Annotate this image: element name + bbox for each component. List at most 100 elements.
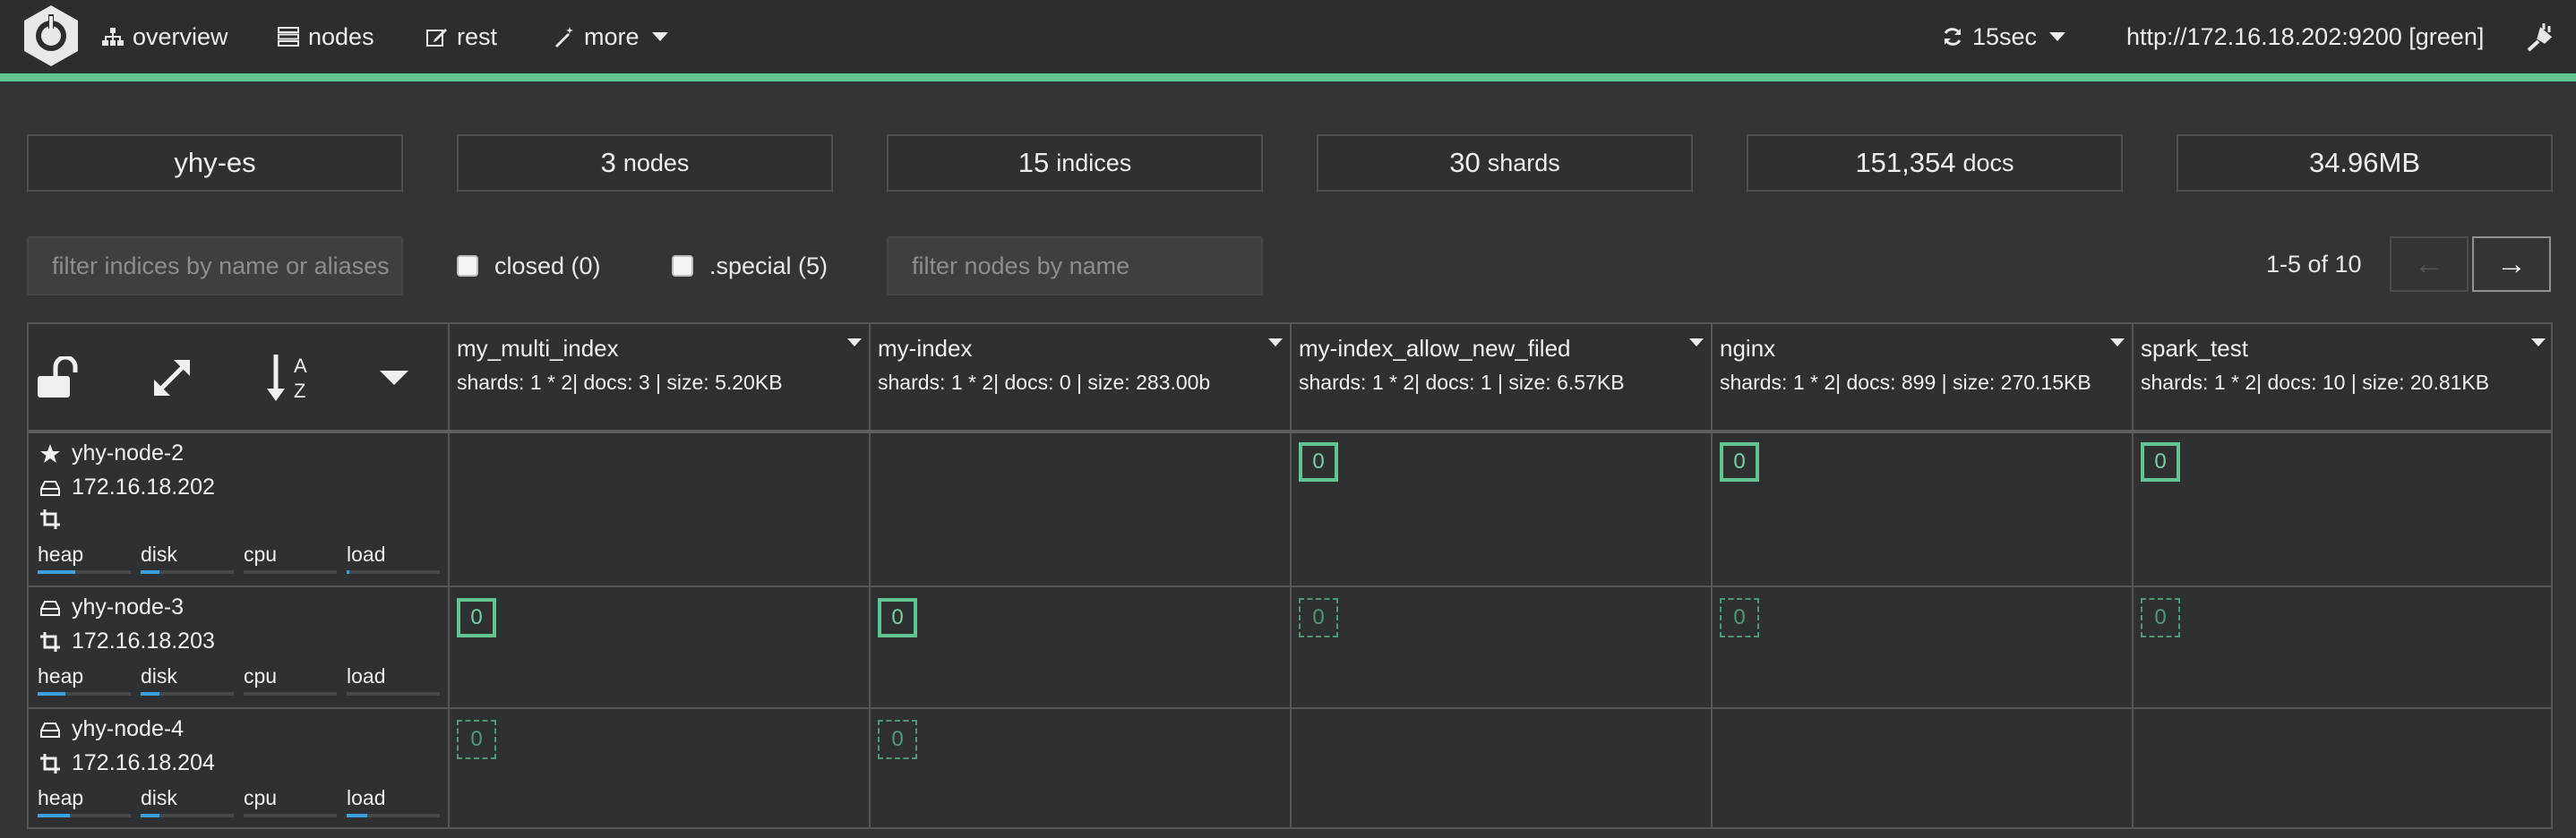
- stat-cluster-name: yhy-es: [27, 134, 403, 192]
- index-header: my_multi_index shards: 1 * 2| docs: 3 | …: [450, 324, 869, 432]
- caret-down-icon[interactable]: [380, 371, 408, 385]
- connection-url[interactable]: http://172.16.18.202:9200 [green]: [2126, 0, 2484, 73]
- sort-alpha-icon[interactable]: A Z: [265, 351, 313, 405]
- data-hdd-icon: [40, 480, 60, 496]
- stat-size-value: 34.96MB: [2308, 147, 2421, 178]
- cluster-name: yhy-es: [174, 147, 256, 178]
- chevron-down-icon: [2049, 32, 2066, 41]
- cpu-metric: cpu: [244, 543, 347, 574]
- connection-url-label: http://172.16.18.202:9200 [green]: [2126, 22, 2485, 50]
- stat-shards-value: 30: [1449, 147, 1481, 178]
- master-star-icon: [40, 443, 60, 463]
- stat-docs-unit: docs: [1962, 149, 2014, 176]
- node-ip-line: 172.16.18.203: [39, 628, 215, 654]
- unlock-icon[interactable]: [36, 356, 82, 401]
- index-menu-caret-icon[interactable]: [1268, 338, 1283, 346]
- checkbox-box[interactable]: [457, 255, 478, 277]
- stat-docs-value: 151,354: [1855, 147, 1956, 178]
- index-name[interactable]: my-index: [878, 335, 972, 363]
- node-name: yhy-node-3: [72, 594, 185, 620]
- replica-shard[interactable]: 0: [1720, 598, 1759, 637]
- index-menu-caret-icon[interactable]: [847, 338, 862, 346]
- navbar-accent-bar: [0, 73, 2576, 81]
- refresh-interval-dropdown[interactable]: 15sec: [1942, 0, 2066, 73]
- heap-metric: heap: [38, 786, 141, 817]
- stat-indices: 15 indices: [887, 134, 1263, 192]
- data-hdd-icon: [40, 600, 60, 616]
- cpu-metric: cpu: [244, 664, 347, 696]
- stat-nodes-unit: nodes: [623, 149, 690, 176]
- stat-nodes: 3 nodes: [457, 134, 833, 192]
- nav-nodes[interactable]: nodes: [278, 0, 374, 73]
- replica-shard[interactable]: 0: [2141, 598, 2180, 637]
- disk-metric: disk: [141, 664, 244, 696]
- checkbox-box[interactable]: [672, 255, 693, 277]
- svg-text:A: A: [294, 355, 307, 377]
- load-metric: load: [347, 664, 450, 696]
- primary-shard[interactable]: 0: [457, 598, 496, 637]
- refresh-interval-label: 15sec: [1972, 22, 2038, 50]
- index-header: my-index shards: 1 * 2| docs: 0 | size: …: [871, 324, 1290, 432]
- index-header: nginx shards: 1 * 2| docs: 899 | size: 2…: [1713, 324, 2132, 432]
- replica-shard[interactable]: 0: [1299, 598, 1338, 637]
- node-name-line[interactable]: yhy-node-3: [39, 594, 184, 620]
- filter-nodes-input[interactable]: [887, 236, 1263, 295]
- metric-label: disk: [141, 786, 177, 809]
- index-meta: shards: 1 * 2| docs: 0 | size: 283.00b: [878, 371, 1211, 394]
- index-name[interactable]: spark_test: [2141, 335, 2248, 363]
- metric-label: heap: [38, 664, 84, 688]
- data-hdd-icon: [40, 722, 60, 738]
- metric-label: cpu: [244, 664, 278, 688]
- metric-label: load: [347, 664, 386, 688]
- node-metrics: heap disk cpu load: [38, 664, 450, 696]
- index-name[interactable]: my_multi_index: [457, 335, 619, 363]
- replica-shard[interactable]: 0: [878, 720, 917, 759]
- elastichq-logo[interactable]: [21, 4, 81, 68]
- nav-overview[interactable]: overview: [102, 0, 228, 73]
- metric-label: heap: [38, 786, 84, 809]
- special-indices-checkbox[interactable]: .special (5): [672, 252, 828, 279]
- next-page-button[interactable]: →: [2472, 236, 2551, 292]
- metric-label: disk: [141, 664, 177, 688]
- previous-page-button[interactable]: ←: [2390, 236, 2469, 292]
- expand-icon[interactable]: [150, 356, 193, 399]
- index-meta: shards: 1 * 2| docs: 1 | size: 6.57KB: [1299, 371, 1625, 394]
- load-metric: load: [347, 543, 450, 574]
- nav-more-dropdown[interactable]: more: [554, 0, 668, 73]
- nav-more-label: more: [584, 22, 640, 50]
- index-menu-caret-icon[interactable]: [1689, 338, 1704, 346]
- closed-indices-checkbox[interactable]: closed (0): [457, 252, 601, 279]
- node-cell: yhy-node-3 172.16.18.203 heap disk cpu l…: [29, 587, 446, 707]
- index-menu-caret-icon[interactable]: [2531, 338, 2546, 346]
- primary-shard[interactable]: 0: [1720, 442, 1759, 482]
- primary-shard[interactable]: 0: [2141, 442, 2180, 482]
- server-icon: [278, 27, 299, 47]
- disk-metric: disk: [141, 786, 244, 817]
- cpu-metric: cpu: [244, 786, 347, 817]
- stat-size: 34.96MB: [2177, 134, 2553, 192]
- ingest-crop-icon: [40, 753, 60, 774]
- metric-label: cpu: [244, 543, 278, 566]
- node-role-line: [39, 509, 72, 530]
- index-name[interactable]: nginx: [1720, 335, 1775, 363]
- node-ip: 172.16.18.202: [72, 475, 215, 500]
- nav-rest[interactable]: rest: [426, 0, 497, 73]
- replica-shard[interactable]: 0: [457, 720, 496, 759]
- disk-metric: disk: [141, 543, 244, 574]
- node-metrics: heap disk cpu load: [38, 786, 450, 817]
- plug-icon[interactable]: [2526, 21, 2553, 52]
- index-meta: shards: 1 * 2| docs: 899 | size: 270.15K…: [1720, 371, 2091, 394]
- primary-shard[interactable]: 0: [878, 598, 917, 637]
- ingest-crop-icon: [40, 509, 60, 529]
- edit-icon: [426, 29, 447, 47]
- metric-label: load: [347, 786, 386, 809]
- node-metrics: heap disk cpu load: [38, 543, 450, 574]
- index-name[interactable]: my-index_allow_new_filed: [1299, 335, 1571, 363]
- node-ip-line: 172.16.18.204: [39, 750, 215, 776]
- index-menu-caret-icon[interactable]: [2110, 338, 2125, 346]
- node-name-line[interactable]: yhy-node-4: [39, 716, 184, 742]
- stat-nodes-value: 3: [600, 147, 616, 178]
- node-name-line[interactable]: yhy-node-2: [39, 440, 184, 466]
- primary-shard[interactable]: 0: [1299, 442, 1338, 482]
- filter-indices-input[interactable]: [27, 236, 403, 295]
